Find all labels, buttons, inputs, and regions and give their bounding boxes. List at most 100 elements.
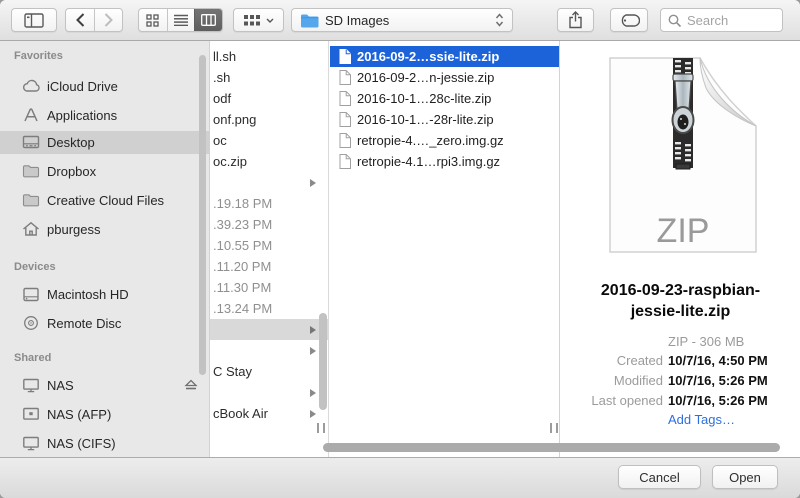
search-icon: [668, 14, 682, 28]
sidebar-item-pburgess[interactable]: pburgess: [0, 218, 210, 241]
sidebar-item-label: Dropbox: [47, 160, 96, 183]
file-row[interactable]: oc.zip: [210, 151, 329, 172]
zip-file-preview-icon: ZIP: [603, 54, 763, 258]
file-row[interactable]: .13.24 PM: [210, 298, 329, 319]
file-row-selected[interactable]: 2016-09-2…ssie-lite.zip: [330, 46, 559, 67]
cloud-icon: [21, 77, 41, 95]
file-row[interactable]: .39.23 PM: [210, 214, 329, 235]
file-row[interactable]: 2016-09-2…n-jessie.zip: [330, 67, 559, 88]
sidebar-item-nas-afp[interactable]: NAS (AFP): [0, 403, 210, 426]
folder-row-selected[interactable]: [210, 319, 329, 340]
disclosure-arrow-icon: [310, 179, 316, 187]
sidebar-item-label: Desktop: [47, 131, 95, 154]
sidebar-item-desktop[interactable]: Desktop: [0, 131, 210, 154]
arrange-icon: [244, 15, 261, 26]
harddrive-icon: [21, 285, 41, 303]
search-input[interactable]: [685, 11, 777, 29]
document-icon: [339, 70, 351, 85]
list-view-button[interactable]: [167, 9, 195, 31]
file-row[interactable]: ll.sh: [210, 46, 329, 67]
chevron-down-icon: [266, 18, 274, 23]
file-row[interactable]: .19.18 PM: [210, 193, 329, 214]
browser-column-1: ll.sh .sh odf onf.png oc oc.zip .19.18 P…: [210, 41, 329, 457]
column1-resize-grip[interactable]: [317, 423, 325, 433]
sidebar-item-label: NAS (AFP): [47, 403, 111, 426]
display-icon: [21, 376, 41, 394]
sidebar-item-label: Remote Disc: [47, 312, 121, 335]
document-icon: [339, 133, 351, 148]
file-row[interactable]: retropie-4.…_zero.img.gz: [330, 130, 559, 151]
browser-column-2: 2016-09-2…ssie-lite.zip 2016-09-2…n-jess…: [330, 41, 560, 457]
detail-label: Modified: [561, 372, 663, 390]
file-row[interactable]: .10.55 PM: [210, 235, 329, 256]
sidebar-item-nas[interactable]: NAS: [0, 374, 210, 397]
preview-file-title: 2016-09-23-raspbian-jessie-lite.zip: [577, 280, 784, 322]
column-view-button[interactable]: [194, 9, 222, 31]
disclosure-arrow-icon: [310, 326, 316, 334]
sidebar-item-icloud-drive[interactable]: iCloud Drive: [0, 75, 210, 98]
column2-resize-grip[interactable]: [550, 423, 558, 433]
sidebar-toggle-button[interactable]: [11, 8, 57, 32]
sidebar-item-remote-disc[interactable]: Remote Disc: [0, 312, 210, 335]
sidebar: Favorites iCloud Drive Applications Desk…: [0, 41, 210, 457]
sidebar-item-label: iCloud Drive: [47, 75, 118, 98]
detail-value: 10/7/16, 5:26 PM: [668, 392, 768, 410]
nav-buttons: [65, 8, 123, 32]
folder-row[interactable]: [210, 340, 329, 361]
detail-value: 10/7/16, 5:26 PM: [668, 372, 768, 390]
file-row[interactable]: .11.30 PM: [210, 277, 329, 298]
preview-pane: ZIP 2016-09-23-raspbian-jessie-lite.zip …: [561, 41, 800, 457]
file-row[interactable]: .sh: [210, 67, 329, 88]
column1-scrollbar[interactable]: [319, 313, 327, 410]
arrange-button[interactable]: [233, 8, 284, 32]
document-icon: [339, 112, 351, 127]
folder-icon: [21, 162, 41, 180]
forward-button[interactable]: [94, 9, 122, 31]
detail-label: Last opened: [561, 392, 663, 410]
sidebar-item-dropbox[interactable]: Dropbox: [0, 160, 210, 183]
location-popup[interactable]: SD Images: [291, 8, 513, 32]
eject-icon[interactable]: [184, 378, 198, 391]
disc-icon: [21, 314, 41, 332]
zip-type-label: ZIP: [657, 212, 710, 250]
horizontal-scrollbar[interactable]: [323, 443, 780, 452]
folder-row[interactable]: [210, 172, 329, 193]
sidebar-item-nas-cifs[interactable]: NAS (CIFS): [0, 432, 210, 455]
file-row[interactable]: onf.png: [210, 109, 329, 130]
sidebar-item-creative-cloud-files[interactable]: Creative Cloud Files: [0, 189, 210, 212]
location-popup-label: SD Images: [325, 13, 389, 28]
open-button[interactable]: Open: [712, 465, 778, 489]
disclosure-arrow-icon: [310, 410, 316, 418]
screenshare-icon: [21, 405, 41, 423]
tag-button[interactable]: [610, 8, 648, 32]
display-icon: [21, 434, 41, 452]
add-tags-link[interactable]: Add Tags…: [668, 411, 735, 429]
detail-label: Created: [561, 352, 663, 370]
applications-icon: [21, 106, 41, 124]
sidebar-item-applications[interactable]: Applications: [0, 104, 210, 127]
folder-row[interactable]: cBook Air: [210, 403, 329, 424]
file-row[interactable]: 2016-10-1…28c-lite.zip: [330, 88, 559, 109]
sidebar-section-favorites: Favorites: [14, 50, 63, 64]
popup-arrows-icon: [495, 13, 504, 27]
sidebar-item-label: pburgess: [47, 218, 100, 241]
sidebar-scrollbar[interactable]: [199, 55, 206, 375]
sidebar-item-macintosh-hd[interactable]: Macintosh HD: [0, 283, 210, 306]
search-field[interactable]: [660, 8, 783, 32]
file-row[interactable]: odf: [210, 88, 329, 109]
detail-value: 10/7/16, 4:50 PM: [668, 352, 768, 370]
disclosure-arrow-icon: [310, 347, 316, 355]
cancel-button[interactable]: Cancel: [618, 465, 701, 489]
file-row[interactable]: oc: [210, 130, 329, 151]
file-row[interactable]: 2016-10-1…-28r-lite.zip: [330, 109, 559, 130]
share-button[interactable]: [557, 8, 594, 32]
sidebar-item-label: NAS: [47, 374, 74, 397]
icon-view-button[interactable]: [139, 9, 167, 31]
file-row[interactable]: .11.20 PM: [210, 256, 329, 277]
file-row[interactable]: C Stay: [210, 361, 329, 382]
folder-row[interactable]: [210, 382, 329, 403]
sidebar-item-label: Macintosh HD: [47, 283, 129, 306]
document-icon: [339, 49, 351, 64]
back-button[interactable]: [66, 9, 94, 31]
file-row[interactable]: retropie-4.1…rpi3.img.gz: [330, 151, 559, 172]
